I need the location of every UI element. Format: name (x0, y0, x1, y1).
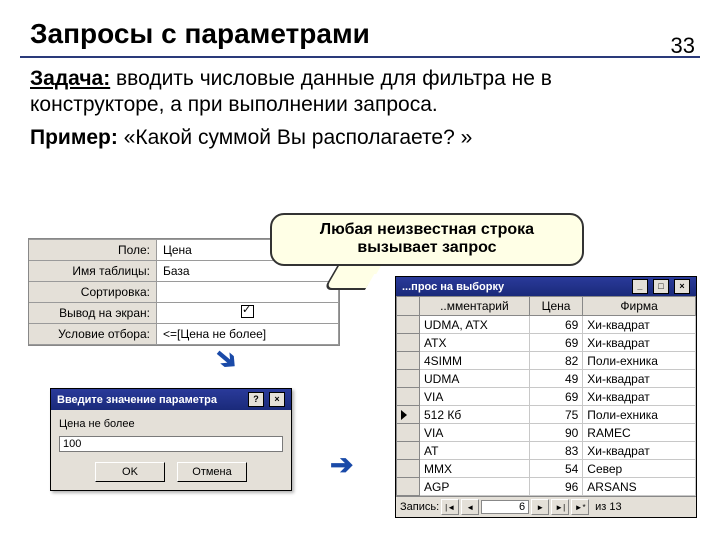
table-cell[interactable]: 69 (529, 334, 583, 352)
table-cell[interactable]: MMX (420, 460, 530, 478)
results-window: ...прос на выборку _ □ × ..мментарийЦена… (395, 276, 697, 518)
dialog-prompt: Цена не более (59, 418, 283, 430)
results-title: ...прос на выборку (402, 281, 504, 293)
designer-row-label: Вывод на экран: (29, 303, 157, 324)
close-icon[interactable]: × (269, 392, 285, 407)
table-cell[interactable]: UDMA (420, 370, 530, 388)
table-cell[interactable]: Север (583, 460, 696, 478)
table-row[interactable]: UDMA, ATX69Хи-квадрат (397, 316, 696, 334)
table-row[interactable]: 512 Кб75Поли-ехника (397, 406, 696, 424)
title-divider (20, 56, 700, 58)
task-paragraph: Задача: вводить числовые данные для филь… (30, 66, 690, 119)
table-cell[interactable]: 54 (529, 460, 583, 478)
table-cell[interactable]: 75 (529, 406, 583, 424)
task-label: Задача: (30, 67, 110, 90)
nav-next-icon[interactable]: ► (531, 499, 549, 515)
table-cell[interactable]: UDMA, ATX (420, 316, 530, 334)
column-header[interactable]: ..мментарий (420, 297, 530, 316)
designer-row-value[interactable] (157, 282, 339, 303)
example-label: Пример: (30, 126, 118, 149)
nav-prev-icon[interactable]: ◄ (461, 499, 479, 515)
row-selector[interactable] (397, 334, 420, 352)
row-selector[interactable] (397, 424, 420, 442)
table-row[interactable]: VIA69Хи-квадрат (397, 388, 696, 406)
table-cell[interactable]: ARSANS (583, 478, 696, 496)
table-cell[interactable]: 4SIMM (420, 352, 530, 370)
table-cell[interactable]: 96 (529, 478, 583, 496)
minimize-icon[interactable]: _ (632, 279, 648, 294)
designer-row-label: Сортировка: (29, 282, 157, 303)
table-cell[interactable]: 83 (529, 442, 583, 460)
parameter-dialog: Введите значение параметра ? × Цена не б… (50, 388, 292, 491)
table-cell[interactable]: 69 (529, 316, 583, 334)
dialog-titlebar: Введите значение параметра ? × (51, 389, 291, 410)
designer-row-label: Условие отбора: (29, 324, 157, 345)
table-cell[interactable]: Хи-квадрат (583, 334, 696, 352)
table-cell[interactable]: Хи-квадрат (583, 388, 696, 406)
results-table[interactable]: ..мментарийЦенаФирмаUDMA, ATX69Хи-квадра… (396, 296, 696, 496)
table-cell[interactable]: Хи-квадрат (583, 316, 696, 334)
row-selector[interactable] (397, 406, 420, 424)
close-icon[interactable]: × (674, 279, 690, 294)
table-cell[interactable]: AGP (420, 478, 530, 496)
designer-row-value[interactable]: <=[Цена не более] (157, 324, 339, 345)
ok-button[interactable]: OK (95, 462, 165, 482)
column-header[interactable]: Цена (529, 297, 583, 316)
table-cell[interactable]: RAMEC (583, 424, 696, 442)
record-navigator: Запись: |◄ ◄ 6 ► ►| ►* из 13 (396, 496, 696, 517)
nav-last-icon[interactable]: ►| (551, 499, 569, 515)
nav-total: из 13 (595, 501, 621, 513)
table-cell[interactable]: 90 (529, 424, 583, 442)
column-header[interactable]: Фирма (583, 297, 696, 316)
table-row[interactable]: UDMA49Хи-квадрат (397, 370, 696, 388)
parameter-input[interactable] (59, 436, 283, 452)
example-paragraph: Пример: «Какой суммой Вы располагаете? » (30, 125, 690, 151)
page-number: 33 (671, 33, 695, 59)
row-selector[interactable] (397, 352, 420, 370)
page-title: Запросы с параметрами (30, 18, 720, 50)
row-selector[interactable] (397, 460, 420, 478)
table-row[interactable]: 4SIMM82Поли-ехника (397, 352, 696, 370)
table-cell[interactable]: 82 (529, 352, 583, 370)
callout-bubble: Любая неизвестная строка вызывает запрос (270, 213, 584, 266)
arrow-icon: ➔ (330, 448, 353, 481)
results-titlebar: ...прос на выборку _ □ × (396, 277, 696, 296)
row-selector[interactable] (397, 316, 420, 334)
designer-row-label: Поле: (29, 240, 157, 261)
nav-new-icon[interactable]: ►* (571, 499, 589, 515)
table-cell[interactable]: VIA (420, 424, 530, 442)
cancel-button[interactable]: Отмена (177, 462, 247, 482)
table-cell[interactable]: 512 Кб (420, 406, 530, 424)
table-cell[interactable]: Хи-квадрат (583, 370, 696, 388)
table-row[interactable]: VIA90RAMEC (397, 424, 696, 442)
callout-line1: Любая неизвестная строка (282, 221, 572, 239)
table-row[interactable]: AGP96ARSANS (397, 478, 696, 496)
dialog-title: Введите значение параметра (57, 394, 217, 406)
example-text: «Какой суммой Вы располагаете? » (118, 126, 472, 149)
table-cell[interactable]: Хи-квадрат (583, 442, 696, 460)
row-selector[interactable] (397, 388, 420, 406)
table-cell[interactable]: Поли-ехника (583, 406, 696, 424)
callout-line2: вызывает запрос (282, 239, 572, 257)
table-cell[interactable]: 49 (529, 370, 583, 388)
table-row[interactable]: ATX69Хи-квадрат (397, 334, 696, 352)
nav-current-field[interactable]: 6 (481, 500, 529, 514)
help-icon[interactable]: ? (248, 392, 264, 407)
checkbox-icon[interactable] (241, 305, 254, 318)
table-row[interactable]: AT83Хи-квадрат (397, 442, 696, 460)
nav-first-icon[interactable]: |◄ (441, 499, 459, 515)
table-cell[interactable]: AT (420, 442, 530, 460)
table-row[interactable]: MMX54Север (397, 460, 696, 478)
maximize-icon[interactable]: □ (653, 279, 669, 294)
row-selector[interactable] (397, 442, 420, 460)
designer-row-value[interactable] (157, 303, 339, 324)
table-cell[interactable]: ATX (420, 334, 530, 352)
table-cell[interactable]: VIA (420, 388, 530, 406)
table-cell[interactable]: Поли-ехника (583, 352, 696, 370)
designer-row-label: Имя таблицы: (29, 261, 157, 282)
table-cell[interactable]: 69 (529, 388, 583, 406)
row-selector[interactable] (397, 370, 420, 388)
row-selector[interactable] (397, 478, 420, 496)
nav-label: Запись: (400, 501, 439, 513)
